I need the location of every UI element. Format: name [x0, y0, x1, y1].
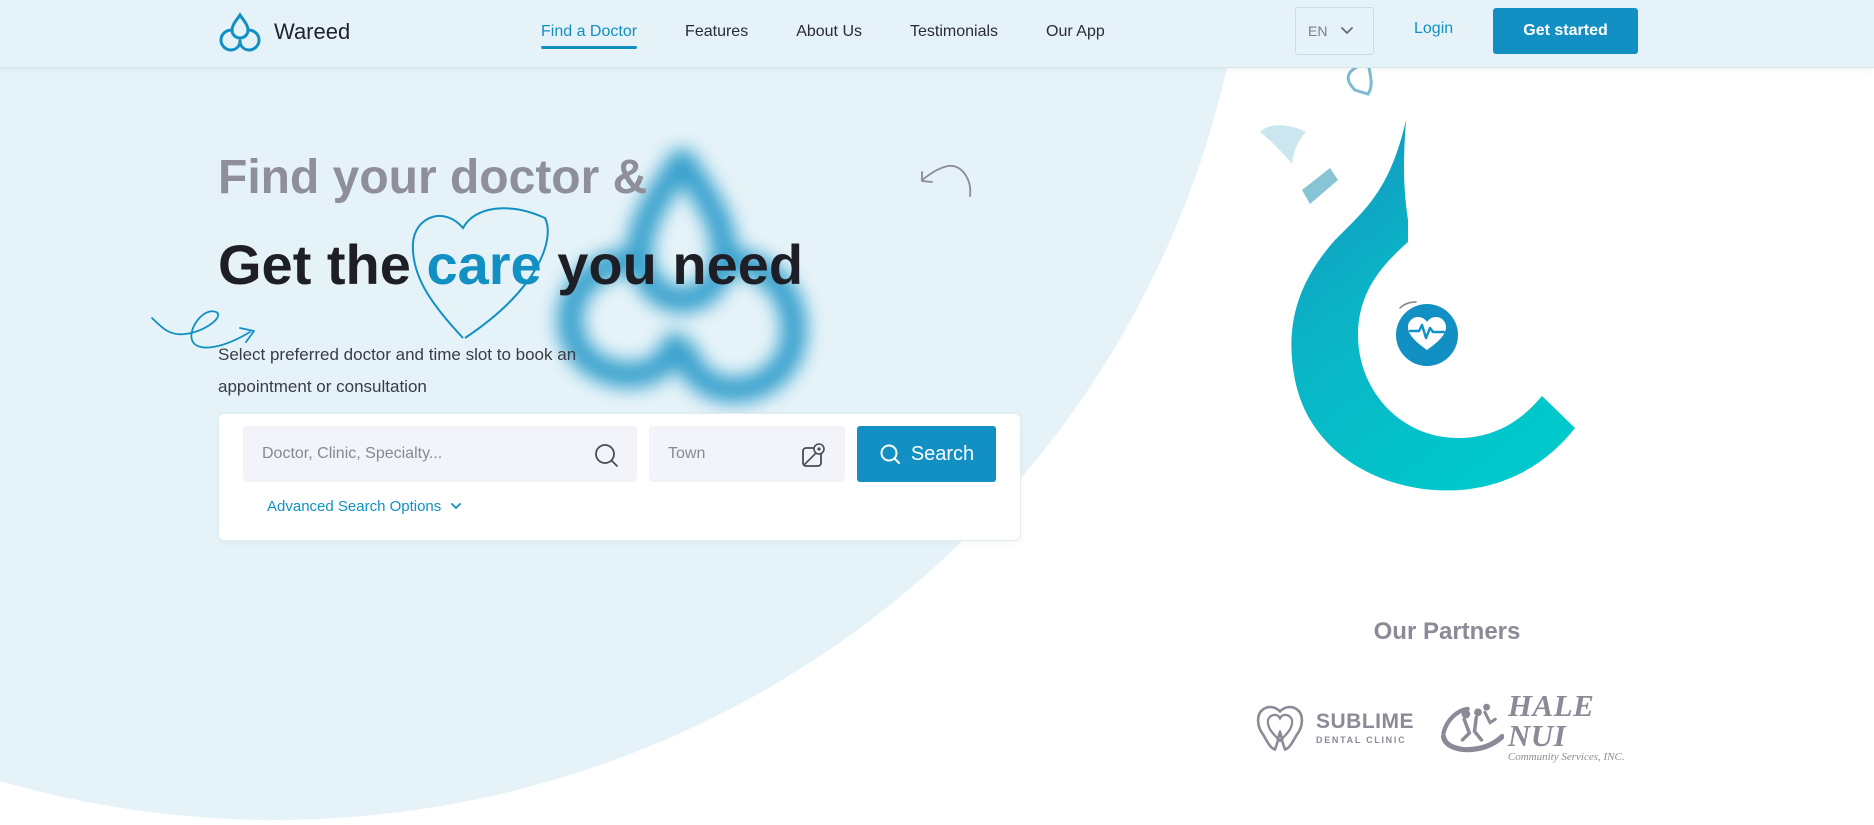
search-icon	[880, 444, 900, 464]
search-button-label: Search	[910, 442, 975, 465]
partner-logo-sublime: SUBLIME DENTAL CLINIC	[1254, 698, 1414, 756]
hero-title-line1: Find your doctor &	[218, 151, 648, 204]
curved-arrow-doodle-icon	[921, 165, 972, 197]
brand-name: Wareed	[274, 19, 351, 44]
partner-subtitle: DENTAL CLINIC	[1316, 734, 1407, 745]
heart-pulse-icon	[1396, 301, 1458, 366]
partner-name: SUBLIME	[1316, 709, 1414, 733]
main-nav: Find a Doctor Features About Us Testimon…	[541, 0, 1153, 64]
language-value: EN	[1308, 23, 1328, 39]
doctor-search-field[interactable]	[243, 426, 637, 482]
water-drop-logo-icon	[219, 12, 261, 52]
partner-name: HALE NUI	[1507, 688, 1595, 753]
hero-line2-suffix: you need	[541, 233, 804, 296]
nav-features[interactable]: Features	[685, 17, 748, 47]
language-select[interactable]: EN	[1295, 7, 1374, 55]
search-icon	[595, 444, 618, 467]
hero-subtitle: Select preferred doctor and time slot to…	[218, 345, 577, 396]
sublime-text: SUBLIME DENTAL CLINIC	[1316, 710, 1414, 745]
nav-find-a-doctor[interactable]: Find a Doctor	[541, 17, 638, 49]
partners-title: Our Partners	[1373, 618, 1521, 645]
hale-nui-text: HALE NUI Community Services, INC.	[1507, 688, 1640, 763]
advanced-search-label: Advanced Search Options	[267, 498, 442, 515]
people-embrace-icon	[1440, 703, 1504, 753]
search-button[interactable]: Search	[857, 426, 996, 482]
town-field[interactable]	[649, 426, 845, 482]
partner-subtitle: Community Services, INC.	[1507, 751, 1625, 763]
heart-doodle-icon	[411, 207, 549, 339]
town-input[interactable]	[668, 445, 797, 463]
login-link[interactable]: Login	[1414, 20, 1453, 38]
nav-our-app[interactable]: Our App	[1046, 17, 1105, 47]
loop-arrow-doodle-icon	[151, 310, 255, 349]
tooth-heart-icon	[1256, 705, 1304, 752]
landing-page: Wareed Find a Doctor Features About Us T…	[0, 0, 1874, 825]
brand[interactable]: Wareed	[218, 12, 350, 52]
partner-logo-hale-nui: HALE NUI Community Services, INC.	[1440, 690, 1640, 763]
background-blob	[0, 0, 1250, 820]
nav-testimonials[interactable]: Testimonials	[910, 17, 998, 47]
hero-line2-prefix: Get the	[218, 233, 427, 296]
map-pin-icon	[802, 443, 825, 467]
get-started-button[interactable]: Get started	[1493, 8, 1638, 54]
chevron-down-icon	[451, 503, 462, 510]
search-card: Search Advanced Search Options	[218, 413, 1021, 541]
nav-about-us[interactable]: About Us	[796, 17, 862, 47]
top-navbar: Wareed Find a Doctor Features About Us T…	[0, 0, 1874, 68]
advanced-search-toggle[interactable]: Advanced Search Options	[267, 498, 462, 515]
chevron-down-icon	[1341, 27, 1354, 35]
doctor-search-input[interactable]	[262, 445, 581, 463]
